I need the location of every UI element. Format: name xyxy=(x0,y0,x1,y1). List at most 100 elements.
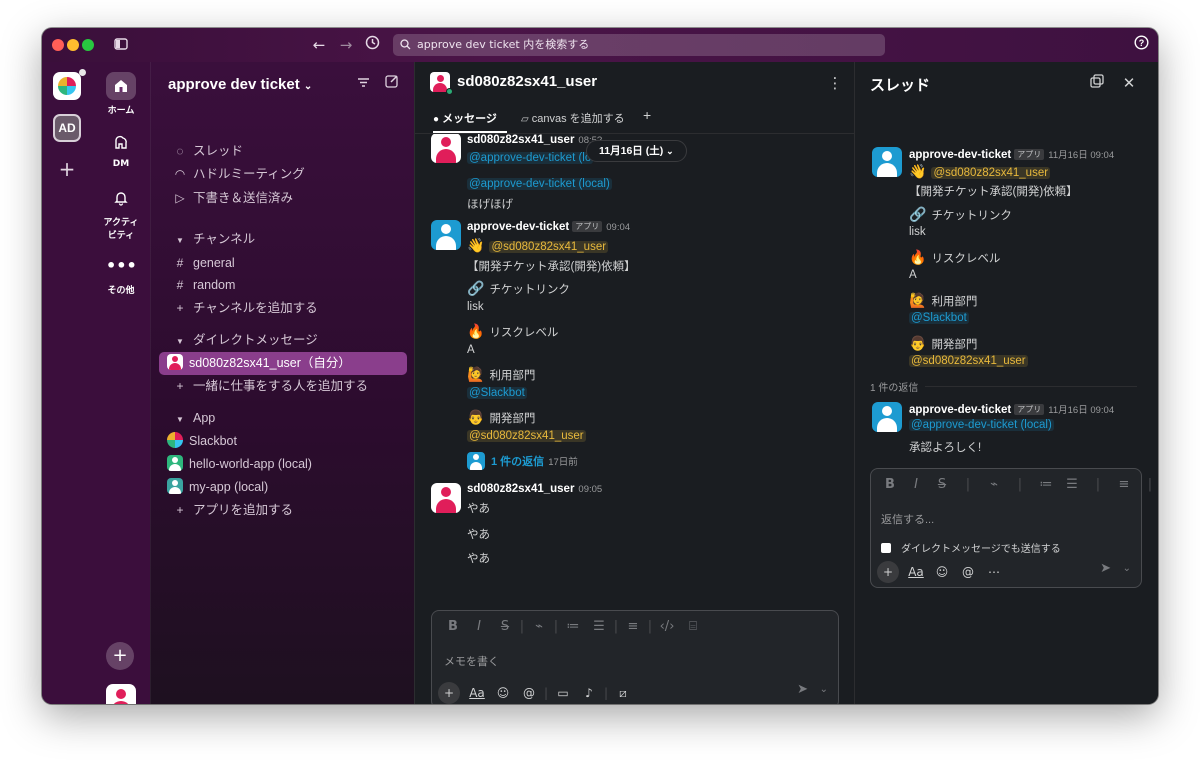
avatar[interactable] xyxy=(431,134,461,163)
timestamp[interactable]: 11月16日 09:04 xyxy=(1048,150,1114,161)
forward-arrow-icon[interactable]: → xyxy=(336,35,356,55)
blockquote-icon[interactable]: ≡ xyxy=(620,619,646,634)
sidebar-item-drafts[interactable]: ▷ 下書き＆送信済み xyxy=(159,187,407,210)
section-channels[interactable]: ▼ チャンネル xyxy=(159,228,407,251)
also-send-dm-option[interactable]: ダイレクトメッセージでも送信する xyxy=(881,540,1061,555)
workspace-switcher-ad[interactable]: AD xyxy=(53,114,81,142)
numbered-list-icon[interactable]: ≔ xyxy=(1033,477,1059,492)
avatar[interactable] xyxy=(431,483,461,513)
filter-icon[interactable] xyxy=(353,74,373,94)
mention-icon[interactable]: @ xyxy=(516,686,542,700)
shortcuts-icon[interactable]: ⧄ xyxy=(610,686,636,701)
sender-name[interactable]: sd080z82sx41_user xyxy=(467,134,574,146)
nav-dm[interactable]: DM xyxy=(92,128,150,169)
sidebar-item-dm-self[interactable]: sd080z82sx41_user（自分） xyxy=(159,352,407,375)
bold-icon[interactable]: B xyxy=(440,619,466,634)
thread-replies-link[interactable]: 1 件の返信 17日前 xyxy=(467,452,578,470)
workspace-name-button[interactable]: approve dev ticket ⌄ xyxy=(168,76,312,93)
italic-icon[interactable]: I xyxy=(466,619,492,634)
schedule-chevron-icon[interactable]: ⌄ xyxy=(820,684,828,695)
tab-messages[interactable]: ● メッセージ xyxy=(433,110,497,126)
microphone-icon[interactable]: ♪ xyxy=(576,686,602,700)
workspace-logo[interactable] xyxy=(53,72,81,100)
tab-add-canvas[interactable]: ▱ canvas を追加する xyxy=(521,110,625,126)
sender-name[interactable]: approve-dev-ticket xyxy=(909,404,1011,416)
close-window-button[interactable] xyxy=(52,39,64,51)
mention-link[interactable]: @sd080z82sx41_user xyxy=(909,355,1028,367)
strikethrough-icon[interactable]: S xyxy=(929,477,955,492)
search-bar[interactable]: approve dev ticket 内を検索する xyxy=(393,34,885,56)
section-apps[interactable]: ▼ App xyxy=(159,407,407,430)
mention-link[interactable]: @sd080z82sx41_user xyxy=(931,167,1051,179)
sender-name[interactable]: approve-dev-ticket xyxy=(909,149,1011,161)
attach-plus-icon[interactable]: + xyxy=(877,561,899,583)
mention-link[interactable]: @sd080z82sx41_user xyxy=(489,241,609,253)
emoji-icon[interactable]: ☺ xyxy=(929,565,955,579)
add-coworkers-button[interactable]: + 一緒に仕事をする人を追加する xyxy=(159,375,407,398)
send-icon[interactable]: ➤ xyxy=(797,682,808,697)
reply-count[interactable]: 1 件の返信 xyxy=(491,456,544,468)
sidebar-item-threads[interactable]: ◌ スレッド xyxy=(159,140,407,163)
sidebar-item-slackbot[interactable]: Slackbot xyxy=(159,430,407,453)
sender-name[interactable]: sd080z82sx41_user xyxy=(467,483,574,495)
nav-more[interactable]: ••• その他 xyxy=(92,252,150,296)
mention-link[interactable]: @approve-dev-ticket (lo xyxy=(467,152,594,164)
zoom-window-button[interactable] xyxy=(82,39,94,51)
date-divider-button[interactable]: 11月16日 (土) ⌄ xyxy=(586,140,687,162)
create-new-button[interactable]: + xyxy=(106,642,134,670)
section-direct-messages[interactable]: ▼ ダイレクトメッセージ xyxy=(159,329,407,352)
sender-name[interactable]: approve-dev-ticket xyxy=(467,221,569,233)
bulleted-list-icon[interactable]: ☰ xyxy=(1059,477,1085,492)
sidebar-item-general[interactable]: # general xyxy=(159,252,407,275)
mention-icon[interactable]: @ xyxy=(955,565,981,579)
avatar[interactable] xyxy=(872,402,902,432)
add-app-button[interactable]: + アプリを追加する xyxy=(159,499,407,522)
italic-icon[interactable]: I xyxy=(903,477,929,492)
text-format-icon[interactable]: Aa xyxy=(903,565,929,579)
video-icon[interactable]: ▭ xyxy=(550,686,576,700)
avatar[interactable] xyxy=(872,147,902,177)
mention-link[interactable]: @approve-dev-ticket (local) xyxy=(467,178,612,190)
sidebar-item-my-app[interactable]: my-app (local) xyxy=(159,476,407,499)
mention-link[interactable]: @Slackbot xyxy=(909,312,969,324)
more-horizontal-icon[interactable]: ⋯ xyxy=(981,565,1007,579)
attach-plus-icon[interactable]: + xyxy=(438,682,460,704)
open-in-new-window-icon[interactable] xyxy=(1087,72,1107,94)
sidebar-toggle-icon[interactable] xyxy=(111,35,131,55)
avatar[interactable] xyxy=(431,220,461,250)
mention-link[interactable]: @approve-dev-ticket (local) xyxy=(909,419,1054,431)
composer-placeholder[interactable]: メモを書く xyxy=(444,653,499,669)
add-workspace-icon[interactable]: + xyxy=(56,158,78,180)
timestamp[interactable]: 09:04 xyxy=(606,222,630,233)
minimize-window-button[interactable] xyxy=(67,39,79,51)
history-icon[interactable] xyxy=(362,35,382,55)
also-send-checkbox[interactable] xyxy=(881,543,891,553)
sidebar-item-random[interactable]: # random xyxy=(159,274,407,297)
strikethrough-icon[interactable]: S xyxy=(492,619,518,634)
sidebar-item-hello-world-app[interactable]: hello-world-app (local) xyxy=(159,453,407,476)
nav-activity[interactable]: アクティ ビティ xyxy=(92,184,150,241)
composer-placeholder[interactable]: 返信する... xyxy=(881,511,934,527)
blockquote-icon[interactable]: ≡ xyxy=(1111,477,1137,492)
reply-composer[interactable]: BIS | ⌁ | ≔☰ | ≡ | ⋯ 返信する... ダイレクトメッセージでも送信する + A… xyxy=(870,468,1152,588)
help-icon[interactable]: ? xyxy=(1131,35,1151,55)
link-icon[interactable]: ⌁ xyxy=(981,477,1007,492)
code-block-icon[interactable]: ⌸ xyxy=(680,619,706,634)
message-composer[interactable]: B I S | ⌁ | ≔ ☰ | ≡ | ‹/› ⌸ メモを書く + Aa ☺ @ | ▭ ♪ | ⧄ ➤ ⌄ xyxy=(431,610,839,704)
send-icon[interactable]: ➤ xyxy=(1100,561,1111,576)
timestamp[interactable]: 11月16日 09:04 xyxy=(1048,405,1114,416)
numbered-list-icon[interactable]: ≔ xyxy=(560,619,586,634)
nav-home[interactable]: ホーム xyxy=(92,72,150,116)
mention-link[interactable]: @sd080z82sx41_user xyxy=(467,430,586,442)
timestamp[interactable]: 09:05 xyxy=(578,484,602,495)
compose-icon[interactable] xyxy=(382,74,402,94)
mention-link[interactable]: @Slackbot xyxy=(467,387,527,399)
channel-title[interactable]: sd080z82sx41_user xyxy=(457,73,597,90)
sidebar-item-huddles[interactable]: ◠ ハドルミーティング xyxy=(159,163,407,186)
bulleted-list-icon[interactable]: ☰ xyxy=(586,619,612,634)
close-icon[interactable]: ✕ xyxy=(1119,72,1139,94)
add-channel-button[interactable]: + チャンネルを追加する xyxy=(159,297,407,320)
add-tab-icon[interactable]: + xyxy=(643,107,651,123)
code-icon[interactable]: ‹/› xyxy=(654,619,680,634)
back-arrow-icon[interactable]: ← xyxy=(309,35,329,55)
